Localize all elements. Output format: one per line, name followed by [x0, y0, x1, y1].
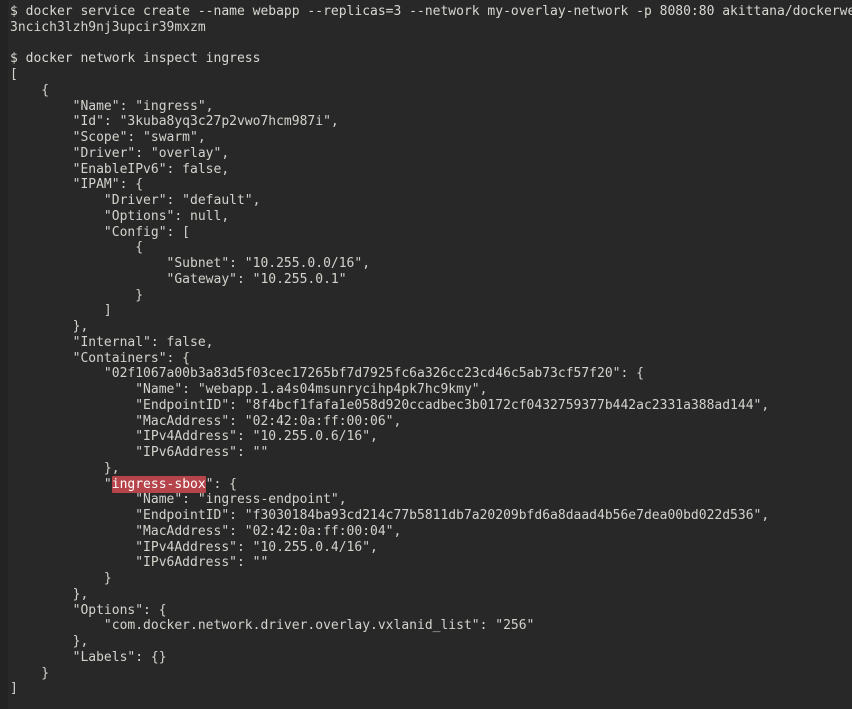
line-text: "Name": "ingress",: [10, 98, 214, 114]
terminal-output-line: "Driver": "default",: [0, 193, 852, 209]
line-text: "IPv4Address": "10.255.0.6/16",: [10, 429, 378, 445]
terminal-output-line: },: [0, 461, 852, 477]
terminal-output-line: }: [0, 571, 852, 587]
line-text: }: [10, 665, 50, 681]
terminal-output-line: "MacAddress": "02:42:0a:ff:00:04",: [0, 524, 852, 540]
line-text: "IPv4Address": "10.255.0.4/16",: [10, 539, 378, 555]
line-text: "Containers": {: [10, 350, 191, 366]
line-text: "EndpointID": "8f4bcf1fafa1e058d920ccadb…: [10, 397, 770, 413]
line-text: "Config": [: [10, 224, 191, 240]
terminal-output-line: "Scope": "swarm",: [0, 130, 852, 146]
line-text: }: [10, 287, 144, 303]
line-text: 3ncich3lzh9nj3upcir39mxzm: [10, 19, 206, 35]
terminal-output-line: ]: [0, 681, 852, 697]
line-text: "EndpointID": "f3030184ba93cd214c77b5811…: [10, 508, 770, 523]
line-text: },: [10, 319, 89, 334]
line-text: }: [10, 571, 112, 586]
terminal-screen[interactable]: $ docker service create --name webapp --…: [0, 0, 852, 697]
line-text: "Name": "webapp.1.a4s04msunrycihp4pk7hc9…: [10, 382, 488, 397]
terminal-output-line: "Options": null,: [0, 209, 852, 225]
terminal-output-line: "Name": "webapp.1.a4s04msunrycihp4pk7hc9…: [0, 382, 852, 398]
terminal-output-line: },: [0, 587, 852, 603]
line-text: ]: [10, 303, 112, 319]
terminal-output-line: "EndpointID": "8f4bcf1fafa1e058d920ccadb…: [0, 398, 852, 414]
search-highlight-ingress-sbox: ingress-sbox: [111, 475, 206, 493]
terminal-output-line: {: [0, 83, 852, 99]
line-text: $ docker service create --name webapp --…: [10, 4, 852, 19]
terminal-output-line: "Name": "ingress-endpoint",: [0, 492, 852, 508]
terminal-output-line: "com.docker.network.driver.overlay.vxlan…: [0, 618, 852, 634]
line-text: "Internal": false,: [10, 334, 214, 350]
line-text: "02f1067a00b3a83d5f03cec17265bf7d7925fc6…: [10, 366, 644, 382]
terminal-output-line: {: [0, 240, 852, 256]
terminal-output-line: }: [0, 666, 852, 682]
terminal-output-line: "Subnet": "10.255.0.0/16",: [0, 256, 852, 272]
line-text: "IPAM": {: [10, 177, 144, 193]
line-text: [: [10, 67, 18, 82]
terminal-output-line: "MacAddress": "02:42:0a:ff:00:06",: [0, 414, 852, 430]
terminal-output-line: "IPv6Address": "": [0, 555, 852, 571]
terminal-output-line: "Driver": "overlay",: [0, 146, 852, 162]
terminal-output-line: "Gateway": "10.255.0.1": [0, 272, 852, 288]
line-text: "Driver": "overlay",: [10, 145, 230, 161]
terminal-output-line: "Containers": {: [0, 351, 852, 367]
terminal-output-line: "Name": "ingress",: [0, 99, 852, 115]
line-text: "EnableIPv6": false,: [10, 161, 230, 177]
terminal-output-line: },: [0, 634, 852, 650]
line-text: ]: [10, 681, 18, 697]
terminal-output-line: "Internal": false,: [0, 335, 852, 351]
terminal-output-line: "Labels": {}: [0, 650, 852, 666]
line-text: },: [10, 586, 89, 602]
line-text: "Name": "ingress-endpoint",: [10, 492, 347, 508]
line-prefix: ": [10, 476, 112, 492]
line-text: "Subnet": "10.255.0.0/16",: [10, 256, 371, 271]
line-text: $ docker network inspect ingress: [10, 51, 261, 67]
terminal-output-line: 3ncich3lzh9nj3upcir39mxzm: [0, 20, 852, 36]
terminal-output-line: "IPv4Address": "10.255.0.6/16",: [0, 429, 852, 445]
terminal-output-line: [: [0, 67, 852, 83]
terminal-window[interactable]: $ docker service create --name webapp --…: [0, 0, 852, 709]
line-text: "Gateway": "10.255.0.1": [10, 271, 347, 287]
terminal-output-line: "IPv4Address": "10.255.0.4/16",: [0, 540, 852, 556]
line-text: {: [10, 240, 144, 256]
terminal-line-highlighted: "ingress-sbox": {: [0, 475, 852, 493]
terminal-command-line: $ docker network inspect ingress: [0, 51, 852, 67]
terminal-output-line: "IPAM": {: [0, 177, 852, 193]
line-text: {: [10, 82, 50, 98]
line-suffix: ": {: [205, 476, 237, 492]
line-text: "Labels": {}: [10, 649, 167, 665]
terminal-output-line: "02f1067a00b3a83d5f03cec17265bf7d7925fc6…: [0, 366, 852, 382]
line-text: "IPv6Address": "": [10, 555, 269, 571]
terminal-command-line: $ docker service create --name webapp --…: [0, 4, 852, 20]
terminal-output-line: "Options": {: [0, 603, 852, 619]
line-text: "Id": "3kuba8yq3c27p2vwo7hcm987i",: [10, 114, 339, 130]
terminal-output-line: "EndpointID": "f3030184ba93cd214c77b5811…: [0, 508, 852, 524]
terminal-output-line: "IPv6Address": "": [0, 445, 852, 461]
terminal-output-line: },: [0, 319, 852, 335]
line-text: "MacAddress": "02:42:0a:ff:00:04",: [10, 523, 402, 539]
line-text: "IPv6Address": "": [10, 445, 269, 460]
line-text: "Scope": "swarm",: [10, 130, 206, 145]
line-text: },: [10, 460, 120, 476]
line-text: "MacAddress": "02:42:0a:ff:00:06",: [10, 413, 402, 429]
line-text: "Driver": "default",: [10, 193, 261, 208]
terminal-output-line: "EnableIPv6": false,: [0, 162, 852, 178]
line-text: "Options": {: [10, 602, 167, 618]
line-text: "com.docker.network.driver.overlay.vxlan…: [10, 618, 535, 634]
terminal-output-line: }: [0, 288, 852, 304]
terminal-output-line: "Id": "3kuba8yq3c27p2vwo7hcm987i",: [0, 114, 852, 130]
terminal-output-line: "Config": [: [0, 225, 852, 241]
terminal-output-line: ]: [0, 303, 852, 319]
line-text: },: [10, 634, 89, 649]
line-text: "Options": null,: [10, 208, 230, 224]
